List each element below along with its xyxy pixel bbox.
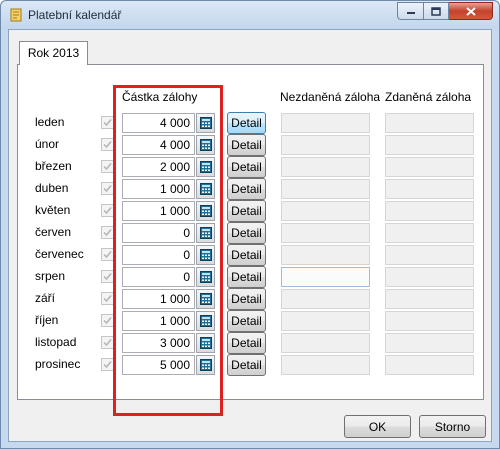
- untaxed-field: [281, 135, 370, 155]
- detail-button[interactable]: Detail: [227, 156, 266, 178]
- tab-year[interactable]: Rok 2013: [19, 41, 88, 65]
- month-row: říjen 1 000 Detail: [9, 310, 489, 332]
- taxed-field: [385, 311, 474, 331]
- check-icon: [103, 163, 112, 171]
- detail-button[interactable]: Detail: [227, 310, 266, 332]
- month-row: prosinec 5 000 Detail: [9, 354, 489, 376]
- month-row: listopad 3 000 Detail: [9, 332, 489, 354]
- title-bar[interactable]: Platební kalendář: [1, 1, 499, 29]
- detail-button[interactable]: Detail: [227, 178, 266, 200]
- untaxed-field: [281, 267, 370, 287]
- app-icon: [10, 8, 22, 22]
- window-controls: [397, 2, 493, 20]
- column-header-taxed: Zdaněná záloha: [385, 90, 472, 104]
- check-icon: [103, 229, 112, 237]
- month-label: červenec: [35, 247, 84, 261]
- maximize-icon: [431, 6, 441, 16]
- minimize-button[interactable]: [397, 2, 423, 20]
- close-icon: [465, 6, 476, 16]
- check-icon: [103, 273, 112, 281]
- check-icon: [103, 251, 112, 259]
- detail-button[interactable]: Detail: [227, 354, 266, 376]
- amount-column-highlight: [113, 85, 223, 416]
- check-icon: [103, 361, 112, 369]
- month-row: květen 1 000 Detail: [9, 200, 489, 222]
- month-label: srpen: [35, 269, 66, 283]
- close-button[interactable]: [449, 2, 493, 20]
- untaxed-field: [281, 245, 370, 265]
- untaxed-field: [281, 113, 370, 133]
- taxed-field: [385, 223, 474, 243]
- untaxed-field: [281, 355, 370, 375]
- taxed-field: [385, 201, 474, 221]
- taxed-field: [385, 355, 474, 375]
- month-row: duben 1 000 Detail: [9, 178, 489, 200]
- month-row: srpen 0 Detail: [9, 266, 489, 288]
- untaxed-field: [281, 223, 370, 243]
- taxed-field: [385, 333, 474, 353]
- month-row: červenec 0 Detail: [9, 244, 489, 266]
- taxed-field: [385, 289, 474, 309]
- month-label: květen: [35, 203, 71, 217]
- check-icon: [103, 207, 112, 215]
- untaxed-field: [281, 179, 370, 199]
- month-label: únor: [35, 137, 60, 151]
- dialog-window: Platební kalendář Rok 2013 Částka zálohy…: [0, 0, 500, 449]
- check-icon: [103, 339, 112, 347]
- check-icon: [103, 185, 112, 193]
- untaxed-field: [281, 201, 370, 221]
- check-icon: [103, 317, 112, 325]
- taxed-field: [385, 267, 474, 287]
- month-label: červen: [35, 225, 72, 239]
- detail-button[interactable]: Detail: [227, 266, 266, 288]
- detail-button[interactable]: Detail: [227, 288, 266, 310]
- detail-button[interactable]: Detail: [227, 112, 266, 134]
- column-header-untaxed: Nezdaněná záloha: [280, 90, 381, 104]
- taxed-field: [385, 135, 474, 155]
- minimize-icon: [406, 12, 415, 14]
- taxed-field: [385, 245, 474, 265]
- maximize-button[interactable]: [423, 2, 449, 20]
- month-label: září: [35, 291, 56, 305]
- month-label: leden: [35, 115, 65, 129]
- detail-button[interactable]: Detail: [227, 332, 266, 354]
- month-label: březen: [35, 159, 72, 173]
- window-title: Platební kalendář: [28, 8, 122, 22]
- untaxed-field: [281, 157, 370, 177]
- taxed-field: [385, 179, 474, 199]
- month-row: březen 2 000 Detail: [9, 156, 489, 178]
- cancel-button[interactable]: Storno: [419, 415, 486, 438]
- untaxed-field: [281, 311, 370, 331]
- taxed-field: [385, 157, 474, 177]
- check-icon: [103, 141, 112, 149]
- month-row: únor 4 000 Detail: [9, 134, 489, 156]
- untaxed-field: [281, 289, 370, 309]
- detail-button[interactable]: Detail: [227, 222, 266, 244]
- month-label: prosinec: [35, 357, 81, 371]
- detail-button[interactable]: Detail: [227, 244, 266, 266]
- month-label: říjen: [35, 313, 59, 327]
- month-row: červen 0 Detail: [9, 222, 489, 244]
- dialog-client-area: Rok 2013 Částka zálohy Nezdaněná záloha …: [8, 29, 492, 442]
- month-label: listopad: [35, 335, 77, 349]
- detail-button[interactable]: Detail: [227, 200, 266, 222]
- detail-button[interactable]: Detail: [227, 134, 266, 156]
- untaxed-field: [281, 333, 370, 353]
- month-row: září 1 000 Detail: [9, 288, 489, 310]
- ok-button[interactable]: OK: [344, 415, 411, 438]
- check-icon: [103, 119, 112, 127]
- month-label: duben: [35, 181, 69, 195]
- month-row: leden 4 000 Detail: [9, 112, 489, 134]
- check-icon: [103, 295, 112, 303]
- taxed-field: [385, 113, 474, 133]
